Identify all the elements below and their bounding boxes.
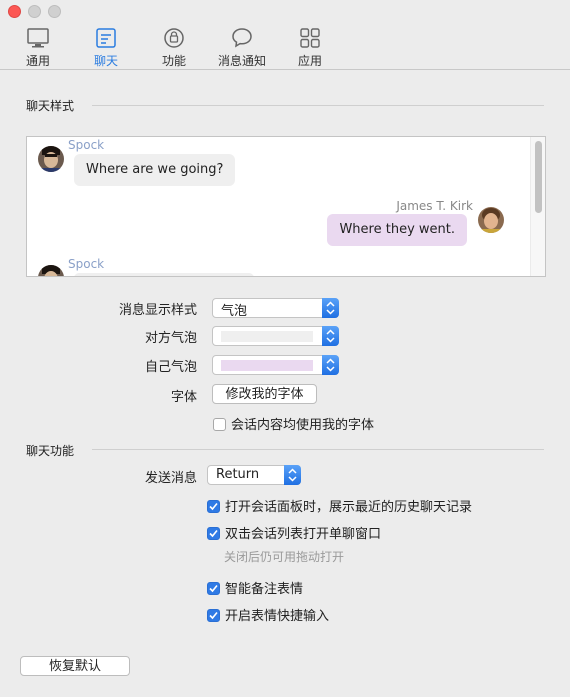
section-divider [92,105,544,106]
change-font-button[interactable]: 修改我的字体 [212,384,317,404]
monitor-icon [27,28,49,48]
use-my-font-option[interactable]: 会话内容均使用我的字体 [213,414,374,433]
display-style-value: 气泡 [221,304,248,319]
double-click-label: 双击会话列表打开单聊窗口 [225,527,382,542]
message-bubble-self: Where they went. [327,214,467,246]
app-grid-icon [300,28,320,48]
tab-notifications[interactable]: 消息通知 [212,26,272,69]
use-my-font-label: 会话内容均使用我的字体 [231,418,375,433]
self-bubble-color-select[interactable] [212,355,339,375]
speech-bubble-icon [232,28,252,48]
chat-features-title: 聊天功能 [26,444,75,458]
message-bubble-other: Where are we going? [74,154,236,186]
tab-label: 应用 [297,54,322,68]
chat-style-title: 聊天样式 [26,99,75,113]
send-message-select[interactable]: Return [207,465,301,485]
use-my-font-checkbox[interactable] [213,418,226,431]
message-bubble-other [74,273,254,276]
send-message-value: Return [216,467,260,482]
other-bubble-swatch [221,331,313,342]
avatar-spock-image [38,265,64,276]
message-sender: Spock [68,257,105,271]
zoom-window-button[interactable] [48,5,61,18]
avatar-kirk [478,207,504,233]
tab-label: 通用 [25,54,50,68]
show-history-checkbox[interactable] [207,500,220,513]
select-arrows-icon [322,298,339,318]
section-divider [92,449,544,450]
tab-apps[interactable]: 应用 [280,26,340,69]
restore-defaults-button[interactable]: 恢复默认 [20,656,130,676]
tab-features[interactable]: 功能 [144,26,204,69]
double-click-option[interactable]: 双击会话列表打开单聊窗口 [207,523,381,542]
select-arrows-icon [284,465,301,485]
tab-label: 消息通知 [217,54,266,68]
avatar-kirk-image [478,207,504,233]
avatar-spock [38,265,64,276]
double-click-checkbox[interactable] [207,527,220,540]
emoji-shortcut-label: 开启表情快捷输入 [225,609,330,624]
message-sender: Spock [68,138,105,152]
tab-chat[interactable]: 聊天 [76,26,136,69]
close-window-button[interactable] [8,5,21,18]
preferences-toolbar: 通用 聊天 功能 消息通知 应用 [0,22,570,70]
avatar-spock [38,146,64,172]
show-history-option[interactable]: 打开会话面板时，展示最近的历史聊天记录 [207,496,472,515]
self-bubble-swatch [221,360,313,371]
double-click-hint: 关闭后仍可用拖动打开 [224,550,345,564]
send-message-label: 发送消息 [144,471,197,486]
smart-emoji-label: 智能备注表情 [225,582,304,597]
show-history-label: 打开会话面板时，展示最近的历史聊天记录 [225,500,473,515]
preview-scrollbar[interactable] [530,137,545,276]
select-arrows-icon [322,355,339,375]
tab-label: 功能 [161,54,186,68]
scrollbar-thumb[interactable] [535,141,542,213]
message-sender: James T. Kirk [396,199,473,213]
select-arrows-icon [322,326,339,346]
tab-general[interactable]: 通用 [8,26,68,69]
other-bubble-label: 对方气泡 [144,331,197,346]
chat-settings-icon [96,28,116,48]
title-bar [0,0,570,22]
emoji-shortcut-checkbox[interactable] [207,609,220,622]
chat-style-preview: Spock Where are we going? James T. Kirk … [26,136,546,277]
emoji-shortcut-option[interactable]: 开启表情快捷输入 [207,605,329,624]
minimize-window-button[interactable] [28,5,41,18]
smart-emoji-checkbox[interactable] [207,582,220,595]
font-label: 字体 [170,390,197,405]
feature-icon [164,28,184,48]
display-style-label: 消息显示样式 [118,303,197,318]
smart-emoji-option[interactable]: 智能备注表情 [207,578,303,597]
display-style-select[interactable]: 气泡 [212,298,339,319]
other-bubble-color-select[interactable] [212,326,339,346]
self-bubble-label: 自己气泡 [144,360,197,375]
tab-label: 聊天 [93,54,118,68]
avatar-spock-image [38,146,64,172]
